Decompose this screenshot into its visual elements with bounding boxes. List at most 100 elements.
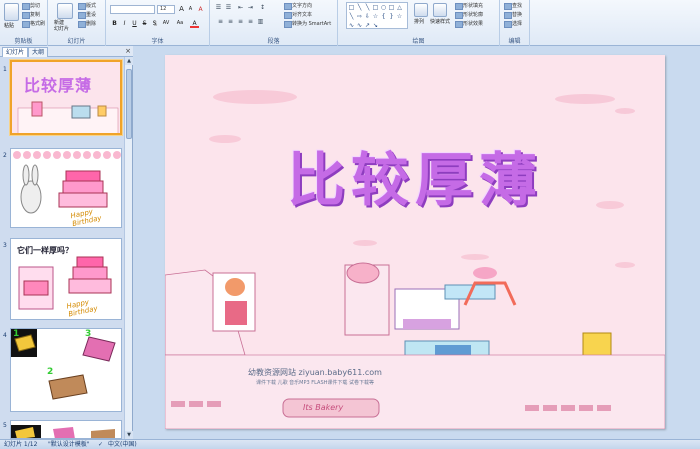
spell-check-icon[interactable]: ✓	[98, 440, 103, 449]
curve-shape-icon[interactable]: ∿	[356, 22, 363, 29]
paragraph-group: ☰ ☰ ⇤ ⇥ ↕ ≡ ≡ ≡ ≡ ▥ 文字方向 对齐文本 转换为 SmartA…	[210, 0, 338, 46]
arrange-button-label[interactable]: 排列	[414, 18, 424, 25]
line-shape-icon[interactable]: ╲	[356, 4, 363, 11]
slide-count: 幻灯片 1/12	[4, 441, 38, 448]
text-shadow-button[interactable]: S	[150, 19, 159, 28]
ribbon: 粘贴 剪切 复制 格式刷 剪贴板 新建 幻灯片 版式 重设 删除 幻灯片 12 …	[0, 0, 700, 46]
thumb-number: 1	[3, 66, 7, 73]
drawing-group: □ ╲ ╲ □ ○ □ △ ╲ ⇨ ⇩ ☆ { } ☆ ∿ ∿ ↗ ↘ 排列 快…	[338, 0, 500, 46]
slide-thumbnail-5[interactable]	[10, 420, 122, 439]
rectangle-shape-icon[interactable]: □	[388, 4, 395, 11]
change-case-button[interactable]: Aa	[174, 19, 186, 28]
paragraph-group-label: 段落	[267, 38, 280, 45]
triangle-shape-icon[interactable]: △	[396, 4, 403, 11]
shape-fill-button[interactable]: 形状填充	[455, 2, 483, 10]
numbering-icon[interactable]: ☰	[224, 4, 233, 12]
slide-title[interactable]: 比较厚薄	[245, 133, 585, 217]
rectangle-shape-icon[interactable]: □	[372, 4, 379, 11]
convert-smartart-button[interactable]: 转换为 SmartArt	[284, 20, 331, 28]
line-shape-icon[interactable]: ╲	[348, 13, 355, 20]
line-shape-icon[interactable]: ╲	[364, 4, 371, 11]
scroll-down-icon[interactable]: ▼	[125, 431, 133, 439]
format-painter-button[interactable]: 格式刷	[22, 20, 45, 28]
shapes-gallery[interactable]: □ ╲ ╲ □ ○ □ △ ╲ ⇨ ⇩ ☆ { } ☆ ∿ ∿ ↗ ↘	[346, 2, 408, 29]
cut-button[interactable]: 剪切	[22, 2, 40, 10]
quick-styles-button-label[interactable]: 快速样式	[430, 18, 450, 25]
find-button[interactable]: 查找	[504, 2, 522, 10]
theme-name: "默认设计模板"	[48, 441, 90, 448]
paste-icon[interactable]	[4, 3, 19, 21]
character-spacing-button[interactable]: AV	[160, 19, 172, 28]
shop-sign: Its Bakery	[303, 403, 344, 412]
text-direction-button[interactable]: 文字方向	[284, 2, 312, 10]
decrease-indent-icon[interactable]: ⇤	[236, 4, 245, 12]
bullets-icon[interactable]: ☰	[214, 4, 223, 12]
bold-button[interactable]: B	[110, 19, 119, 28]
curve-shape-icon[interactable]: ∿	[348, 22, 355, 29]
rectangle-shape-icon[interactable]: □	[348, 4, 355, 11]
replace-button[interactable]: 替换	[504, 11, 522, 19]
shrink-font-button[interactable]: A	[186, 5, 195, 14]
align-center-icon[interactable]: ≡	[226, 18, 235, 26]
scrollbar-thumb[interactable]	[126, 69, 132, 139]
underline-button[interactable]: U	[130, 19, 139, 28]
slide-editing-area: 比较厚薄 幼教资源网站 ziyuan.baby611.com 课件下载 儿歌 音…	[133, 46, 700, 439]
editing-group: 查找 替换 选择 编辑	[500, 0, 530, 46]
arrange-icon[interactable]	[414, 3, 428, 17]
tab-slides[interactable]: 幻灯片	[2, 47, 29, 57]
book-label-1: 1	[13, 329, 20, 339]
line-spacing-icon[interactable]: ↕	[258, 4, 267, 12]
thumb-number: 2	[3, 152, 7, 159]
font-name-combo[interactable]	[110, 5, 155, 14]
arrow-shape-icon[interactable]: ↗	[364, 22, 371, 29]
delete-button[interactable]: 删除	[78, 20, 96, 28]
language[interactable]: 中文(中国)	[108, 440, 137, 449]
arrow-shape-icon[interactable]: ⇨	[356, 13, 363, 20]
align-text-button[interactable]: 对齐文本	[284, 11, 312, 19]
grow-font-button[interactable]: A	[177, 5, 186, 14]
quick-styles-icon[interactable]	[433, 3, 447, 17]
new-slide-icon[interactable]	[57, 3, 73, 19]
font-color-button[interactable]: A	[190, 19, 199, 28]
slide-thumbnail-1[interactable]: 比较厚薄	[10, 60, 122, 135]
increase-indent-icon[interactable]: ⇥	[246, 4, 255, 12]
copy-button[interactable]: 复制	[22, 11, 40, 19]
slide-thumbnail-2[interactable]: Happy Birthday	[10, 148, 122, 228]
columns-icon[interactable]: ▥	[256, 18, 265, 26]
close-icon[interactable]: ×	[125, 47, 131, 55]
thumb-books-illustration	[11, 425, 115, 438]
thumb-town-illustration	[17, 101, 119, 133]
brace-shape-icon[interactable]: {	[380, 13, 387, 20]
shape-effects-button[interactable]: 形状效果	[455, 20, 483, 28]
arrow-shape-icon[interactable]: ⇩	[364, 13, 371, 20]
shape-outline-button[interactable]: 形状轮廓	[455, 11, 483, 19]
star-shape-icon[interactable]: ☆	[372, 13, 379, 20]
scroll-up-icon[interactable]: ▲	[125, 57, 133, 65]
paste-button-label[interactable]: 粘贴	[4, 22, 14, 29]
arrow-shape-icon[interactable]: ↘	[372, 22, 379, 29]
align-left-icon[interactable]: ≡	[216, 18, 225, 26]
star-shape-icon[interactable]: ☆	[396, 13, 403, 20]
align-right-icon[interactable]: ≡	[236, 18, 245, 26]
pane-scrollbar[interactable]: ▲ ▼	[124, 57, 133, 439]
justify-icon[interactable]: ≡	[246, 18, 255, 26]
slide-thumbnail-3[interactable]: 它们一样厚吗？ Happy Birthday	[10, 238, 122, 320]
slide-thumbnail-4[interactable]: 1 3 2	[10, 328, 122, 412]
brace-shape-icon[interactable]: }	[388, 13, 395, 20]
oval-shape-icon[interactable]: ○	[380, 4, 387, 11]
watermark-text: 幼教资源网站 ziyuan.baby611.com	[248, 368, 382, 377]
new-slide-button-label[interactable]: 新建 幻灯片	[54, 20, 69, 32]
strikethrough-button[interactable]: S	[140, 19, 149, 28]
font-size-combo[interactable]: 12	[157, 5, 175, 14]
tab-outline[interactable]: 大纲	[28, 47, 49, 57]
current-slide[interactable]: 比较厚薄 幼教资源网站 ziyuan.baby611.com 课件下载 儿歌 音…	[165, 55, 665, 429]
watermark-subtext: 课件下载 儿歌 音乐MP3 FLASH课件下载 试卷下载等	[255, 380, 374, 386]
font-group: 12 A A A B I U S S AV Aa A 字体	[106, 0, 210, 46]
slides-group: 新建 幻灯片 版式 重设 删除 幻灯片	[48, 0, 106, 46]
select-button[interactable]: 选择	[504, 20, 522, 28]
reset-button[interactable]: 重设	[78, 11, 96, 19]
clear-format-button[interactable]: A	[196, 5, 205, 14]
italic-button[interactable]: I	[120, 19, 129, 28]
editing-group-label: 编辑	[508, 38, 521, 45]
layout-button[interactable]: 版式	[78, 2, 96, 10]
